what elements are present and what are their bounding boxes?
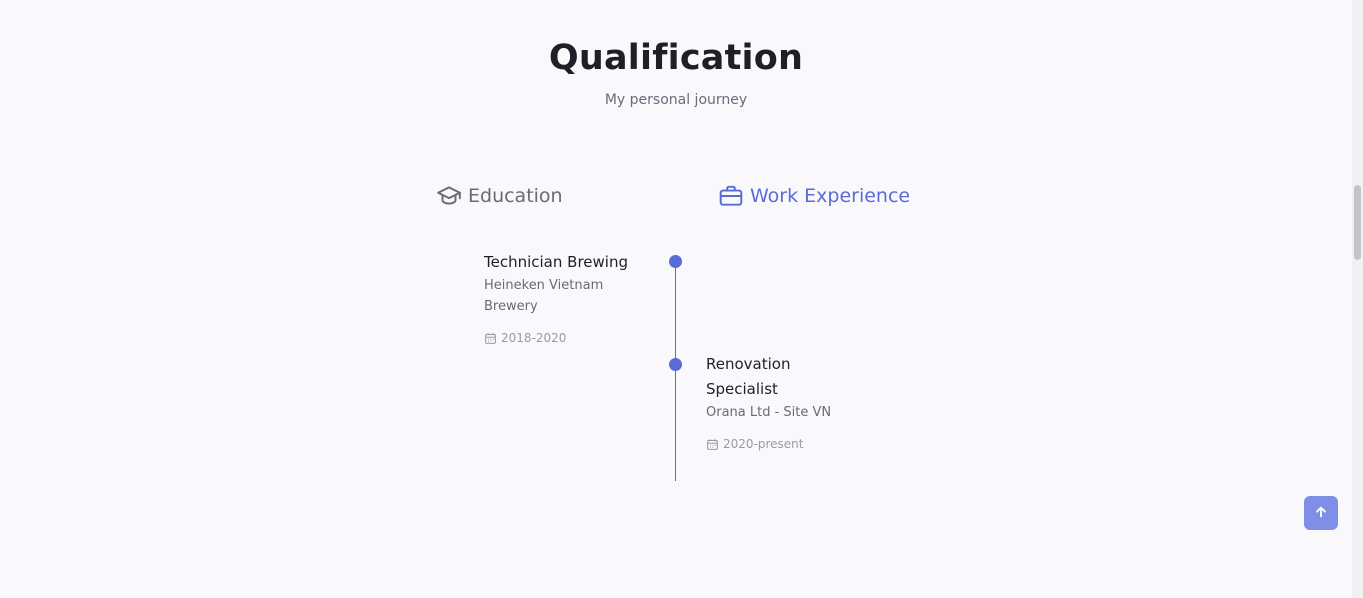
calendar-icon — [484, 332, 497, 345]
qualification-entry: Technician Brewing Heineken Vietnam Brew… — [484, 250, 654, 345]
tab-work-label: Work Experience — [750, 185, 911, 207]
entry-title: Renovation Specialist — [706, 355, 791, 398]
entry-title: Technician Brewing — [484, 253, 628, 271]
tab-education-label: Education — [468, 185, 563, 207]
timeline-dot — [669, 255, 682, 268]
tab-education[interactable]: Education — [436, 183, 563, 209]
qualification-entry: Renovation Specialist Orana Ltd - Site V… — [706, 352, 846, 451]
entry-date: 2020-present — [723, 437, 804, 451]
briefcase-icon — [718, 183, 744, 209]
scroll-to-top-button[interactable] — [1304, 496, 1338, 530]
qualification-section: Qualification My personal journey Educat… — [0, 0, 1363, 598]
calendar-icon — [706, 438, 719, 451]
tab-work-experience[interactable]: Work Experience — [718, 183, 910, 209]
timeline-dot — [669, 358, 682, 371]
entry-company: Orana Ltd - Site VN — [706, 405, 832, 420]
entry-date: 2018-2020 — [501, 331, 567, 345]
entry-date-row: 2020-present — [706, 437, 846, 451]
section-subtitle: My personal journey — [604, 92, 748, 108]
entry-company: Heineken Vietnam Brewery — [484, 278, 604, 314]
arrow-up-icon — [1314, 504, 1328, 523]
graduation-cap-icon — [436, 183, 462, 209]
section-title: Qualification — [548, 38, 804, 78]
scrollbar-thumb[interactable] — [1354, 185, 1361, 260]
timeline-line — [675, 262, 676, 481]
scrollbar[interactable] — [1352, 0, 1363, 598]
entry-date-row: 2018-2020 — [484, 331, 654, 345]
